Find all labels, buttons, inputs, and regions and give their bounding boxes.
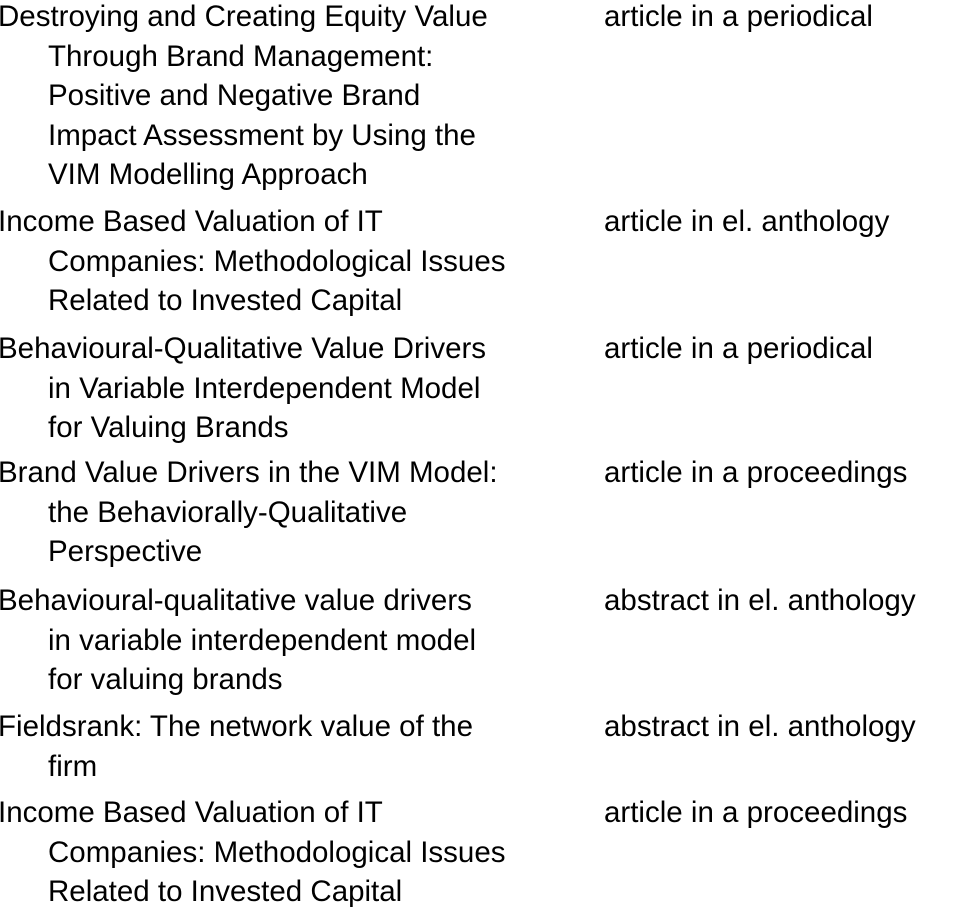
- title-line: Destroying and Creating Equity Value: [0, 0, 488, 33]
- title-line: firm: [48, 749, 98, 783]
- publication-type: article in a periodical: [604, 0, 873, 33]
- title-line: the Behaviorally-Qualitative: [48, 495, 408, 529]
- title-line: VIM Modelling Approach: [48, 158, 368, 192]
- publication-type: article in a periodical: [604, 332, 873, 365]
- title-line: for valuing brands: [48, 663, 283, 697]
- title-line: Impact Assessment by Using the: [48, 118, 476, 152]
- title-line: Through Brand Management:: [48, 39, 434, 73]
- publication-title: Brand Value Drivers in the VIM Model: the…: [0, 453, 588, 572]
- publication-type: article in el. anthology: [604, 205, 890, 238]
- publication-title: Fieldsrank: The network value of the firm: [0, 707, 588, 786]
- publication-type: article in a proceedings: [604, 796, 908, 829]
- title-line: Companies: Methodological Issues: [48, 244, 506, 278]
- title-line: Income Based Valuation of IT: [0, 205, 383, 238]
- publication-title: Income Based Valuation of IT Companies: M…: [0, 793, 588, 912]
- title-line: Perspective: [48, 535, 203, 569]
- publication-title: Behavioural-Qualitative Value Drivers in …: [0, 329, 588, 448]
- title-line: in Variable Interdependent Model: [48, 371, 481, 405]
- title-line: Positive and Negative Brand: [48, 79, 421, 113]
- title-line: Fieldsrank: The network value of the: [0, 710, 473, 743]
- publication-title: Income Based Valuation of IT Companies: M…: [0, 202, 588, 321]
- publication-title: Behavioural-qualitative value drivers in …: [0, 581, 588, 700]
- title-line: in variable interdependent model: [48, 623, 477, 657]
- title-line: Companies: Methodological Issues: [48, 835, 506, 869]
- title-line: for Valuing Brands: [48, 411, 289, 445]
- title-line: Related to Invested Capital: [48, 284, 403, 318]
- publication-type: article in a proceedings: [604, 456, 908, 489]
- title-line: Behavioural-Qualitative Value Drivers: [0, 332, 487, 365]
- title-line: Income Based Valuation of IT: [0, 796, 383, 829]
- title-line: Brand Value Drivers in the VIM Model:: [0, 456, 498, 489]
- title-line: Behavioural-qualitative value drivers: [0, 584, 472, 617]
- publication-title: Destroying and Creating Equity Value Thro…: [0, 0, 588, 195]
- publication-type: abstract in el. anthology: [604, 710, 916, 743]
- title-line: Related to Invested Capital: [48, 875, 403, 909]
- publication-type: abstract in el. anthology: [604, 584, 916, 617]
